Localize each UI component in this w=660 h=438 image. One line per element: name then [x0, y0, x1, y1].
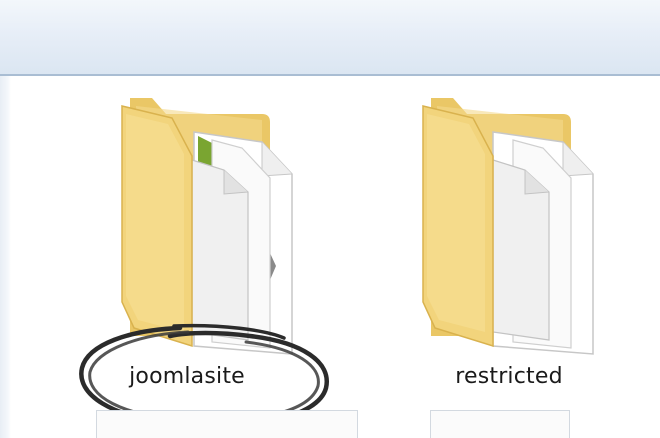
folder-item-restricted[interactable]: restricted: [395, 76, 635, 438]
folder-icon: [121, 98, 293, 355]
folder-item-joomlasite[interactable]: joomlasite: [92, 76, 332, 438]
file-explorer-window: joomlasite restricted: [0, 0, 660, 438]
folder-label-joomlasite: joomlasite: [129, 364, 245, 389]
partial-next-item: [430, 410, 570, 438]
folder-icon: [422, 98, 594, 355]
partial-next-item: [96, 410, 358, 438]
folder-label-restricted: restricted: [455, 364, 563, 389]
file-list: joomlasite restricted: [0, 76, 660, 438]
explorer-toolbar: [0, 0, 660, 76]
